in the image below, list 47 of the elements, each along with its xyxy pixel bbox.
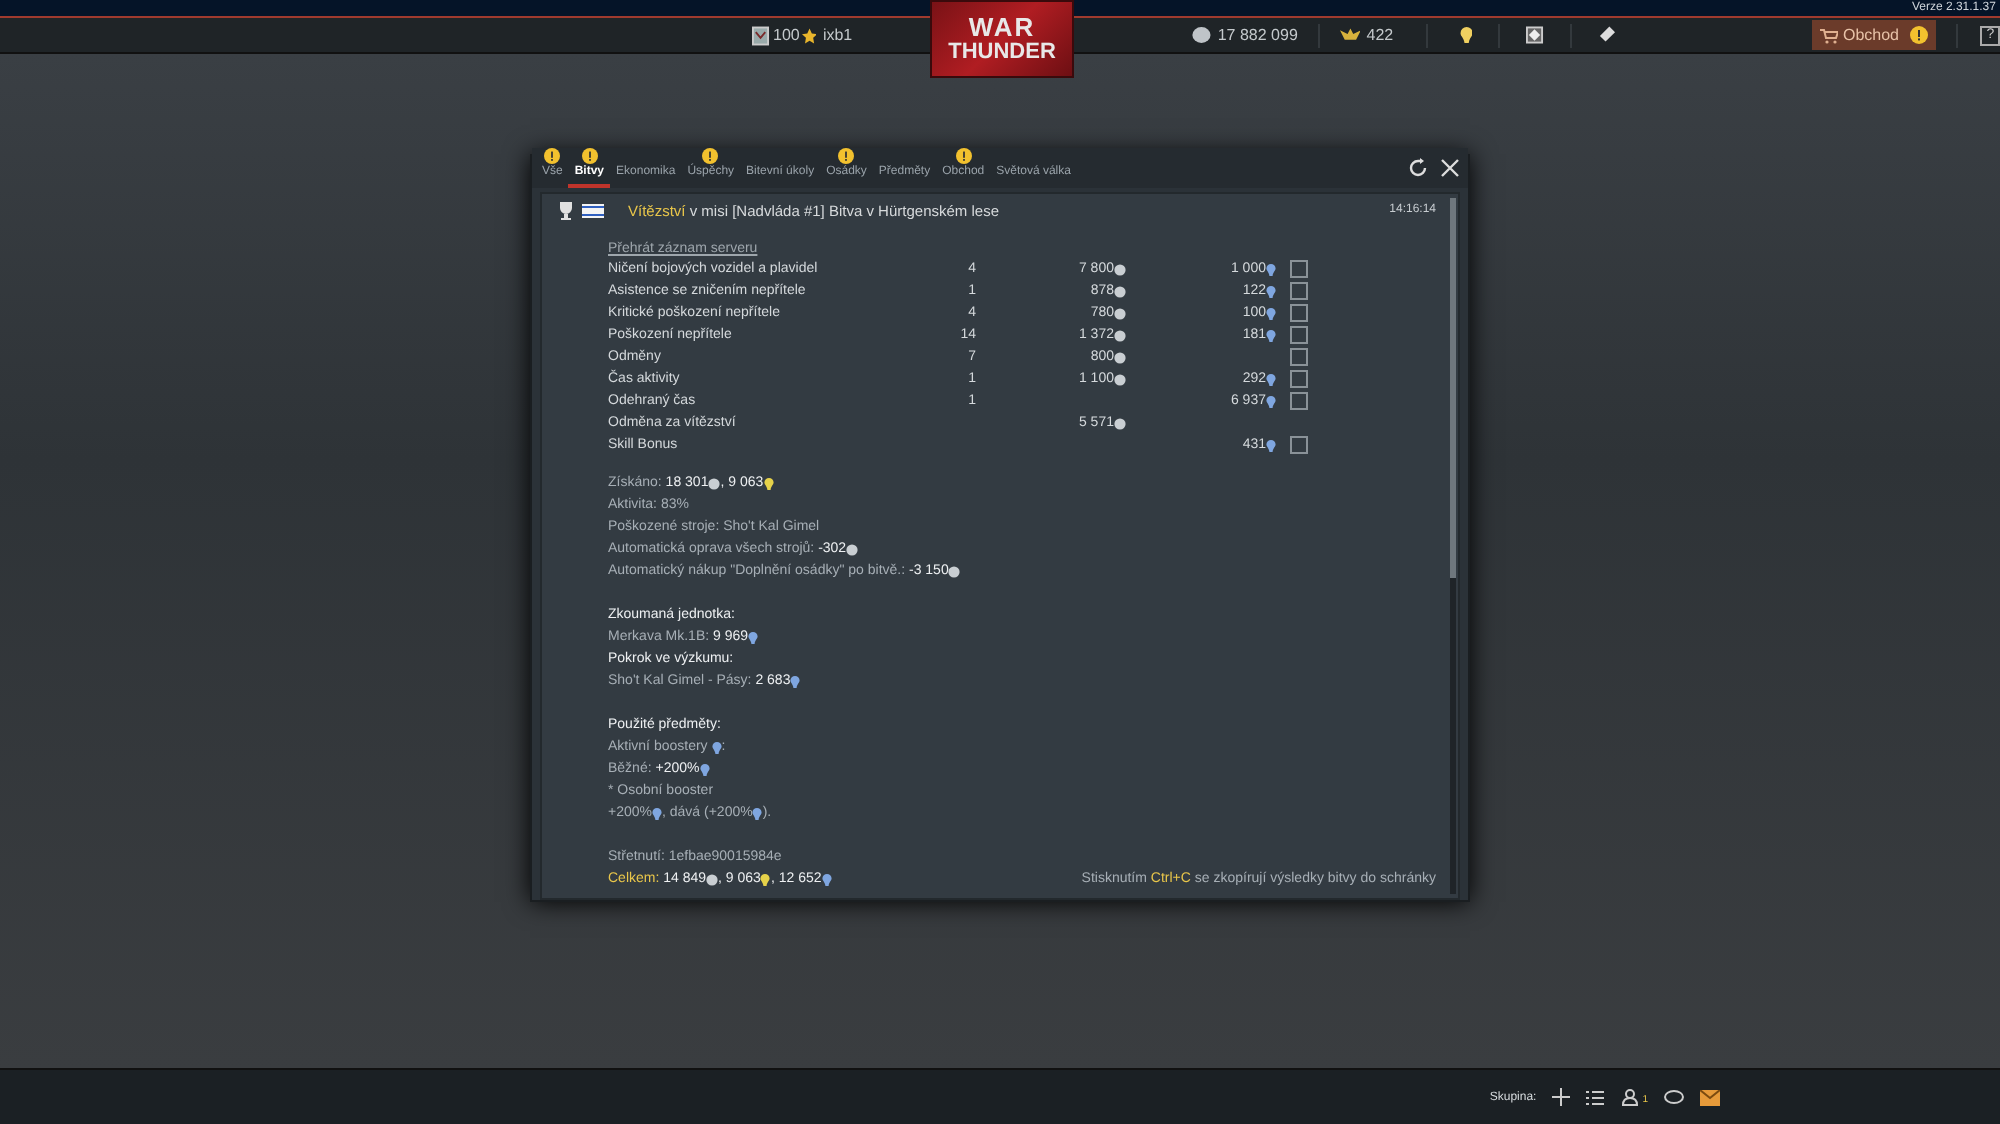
research-bulb-icon (760, 873, 771, 885)
close-button[interactable] (1440, 158, 1460, 178)
research-bulb-icon (748, 631, 759, 643)
player-rank: 100 (773, 26, 800, 44)
scrollbar[interactable] (1450, 198, 1456, 894)
help-icon[interactable] (1290, 348, 1308, 366)
player-nickname: ixb1 (822, 26, 853, 44)
alert-icon (702, 148, 719, 164)
help-icon[interactable] (1290, 436, 1308, 454)
research-bulb-icon (752, 807, 763, 819)
lion-coin-icon (1192, 26, 1212, 44)
alert-icon (838, 148, 855, 164)
alert-icon (955, 148, 972, 164)
add-button[interactable] (1552, 1088, 1571, 1106)
shop-button[interactable]: Obchod (1812, 20, 1935, 50)
help-icon[interactable] (1290, 282, 1308, 300)
research-bulb-icon (821, 873, 832, 885)
research-bulb-icon (790, 675, 801, 687)
mail-icon[interactable] (1700, 1089, 1720, 1105)
rank-badge-icon (752, 25, 770, 45)
research-bulb-icon (652, 807, 662, 819)
refresh-button[interactable] (1408, 158, 1428, 178)
lion-coin-icon (1114, 417, 1126, 429)
chat-icon[interactable] (1664, 1089, 1684, 1105)
lightbulb-icon[interactable] (1459, 26, 1473, 44)
list-icon[interactable] (1586, 1089, 1605, 1105)
diamond-icon[interactable] (1526, 26, 1544, 44)
research-bulb-icon (763, 477, 774, 489)
game-logo: WAR THUNDER (930, 0, 1074, 78)
help-icon[interactable] (1290, 392, 1308, 410)
alert-icon (544, 148, 561, 164)
lions-balance: 17 882 099 (1217, 26, 1298, 44)
help-icon[interactable] (1290, 326, 1308, 344)
help-icon[interactable] (1290, 370, 1308, 388)
lion-coin-icon (948, 565, 961, 577)
help-icon[interactable] (1290, 260, 1308, 278)
help-icon[interactable] (1290, 304, 1308, 322)
cart-icon (1820, 27, 1839, 43)
golden-eagles-balance: 422 (1366, 26, 1394, 44)
lion-coin-icon (846, 543, 859, 555)
lion-coin-icon (708, 477, 721, 489)
lion-coin-icon (706, 873, 719, 885)
research-bulb-icon (1266, 439, 1276, 451)
flag-icon (582, 203, 604, 217)
star-icon (801, 27, 817, 43)
trophy-icon (558, 201, 574, 219)
alert-icon (581, 148, 598, 164)
